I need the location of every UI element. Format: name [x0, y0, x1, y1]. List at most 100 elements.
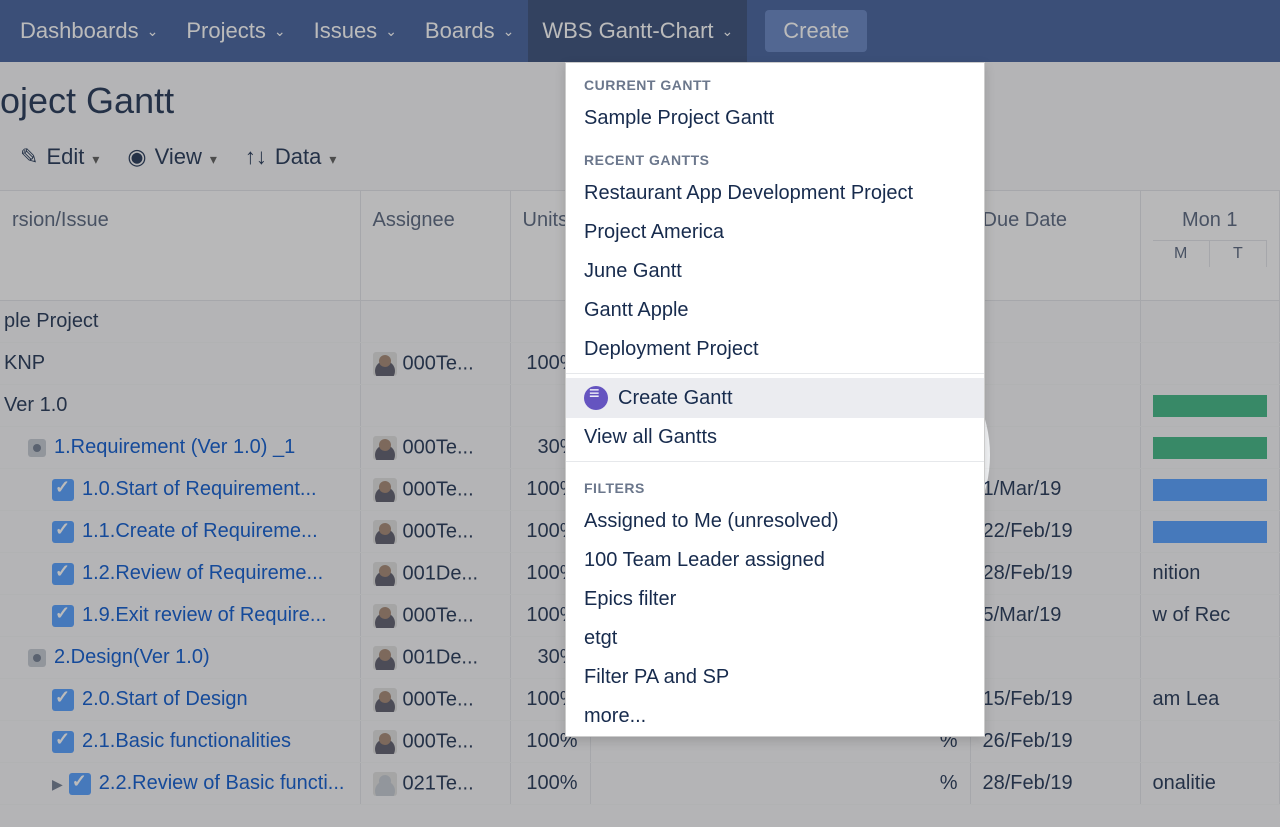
dropdown-create-gantt[interactable]: Create Gantt — [566, 378, 984, 418]
due-cell: 5/Mar/19 — [970, 595, 1140, 637]
edit-menu[interactable]: Edit — [20, 144, 99, 170]
gantt-bar[interactable] — [1153, 395, 1268, 417]
timeline-cell[interactable] — [1140, 385, 1280, 427]
due-cell: 15/Feb/19 — [970, 679, 1140, 721]
task-label[interactable]: 2.1.Basic functionalities — [52, 730, 291, 752]
avatar — [373, 562, 397, 586]
dropdown-view-all[interactable]: View all Gantts — [566, 418, 984, 457]
chevron-down-icon: ⌄ — [274, 23, 286, 40]
dropdown-filter-more[interactable]: more... — [566, 697, 984, 736]
sort-icon — [245, 144, 267, 170]
timeline-cell[interactable] — [1140, 301, 1280, 343]
col-due[interactable]: Due Date — [970, 191, 1140, 301]
gantt-bar-label: am Lea — [1153, 688, 1220, 710]
task-label[interactable]: 1.Requirement (Ver 1.0) _1 — [28, 436, 295, 458]
dropdown-section-filters: FILTERS — [566, 466, 984, 502]
checkbox-icon — [52, 731, 74, 753]
timeline-cell[interactable] — [1140, 721, 1280, 763]
assignee-cell[interactable]: 000Te... — [360, 721, 510, 763]
dropdown-recent-item[interactable]: June Gantt — [566, 252, 984, 291]
nav-wbs-gantt[interactable]: WBS Gantt-Chart⌄ — [528, 0, 747, 62]
chevron-down-icon: ⌄ — [147, 23, 159, 40]
timeline-cell[interactable] — [1140, 637, 1280, 679]
timeline-cell[interactable]: w of Rec — [1140, 595, 1280, 637]
gantt-bar-label: w of Rec — [1153, 604, 1231, 626]
gantt-bar-label: onalitie — [1153, 772, 1216, 794]
nav-issues[interactable]: Issues⌄ — [300, 0, 411, 62]
dropdown-recent-item[interactable]: Gantt Apple — [566, 291, 984, 330]
avatar — [373, 436, 397, 460]
timeline-cell[interactable]: onalitie — [1140, 763, 1280, 805]
assignee-cell[interactable]: 000Te... — [360, 595, 510, 637]
col-timeline: Mon 1 MT — [1140, 191, 1280, 301]
chevron-down-icon: ⌄ — [385, 23, 397, 40]
task-label[interactable]: KNP — [4, 352, 45, 374]
timeline-cell[interactable] — [1140, 511, 1280, 553]
dropdown-recent-item[interactable]: Deployment Project — [566, 330, 984, 369]
assignee-cell[interactable]: 000Te... — [360, 469, 510, 511]
col-task[interactable]: rsion/Issue — [0, 191, 360, 301]
dropdown-recent-item[interactable]: Restaurant App Development Project — [566, 174, 984, 213]
due-cell — [970, 637, 1140, 679]
assignee-cell[interactable]: 001De... — [360, 637, 510, 679]
timeline-cell[interactable] — [1140, 343, 1280, 385]
task-label[interactable]: 1.9.Exit review of Require... — [52, 604, 327, 626]
task-label[interactable]: ple Project — [4, 310, 99, 332]
assignee-cell[interactable]: 001De... — [360, 553, 510, 595]
dropdown-filter-item[interactable]: 100 Team Leader assigned — [566, 541, 984, 580]
epic-icon — [28, 649, 46, 667]
task-label[interactable]: 2.Design(Ver 1.0) — [28, 646, 210, 668]
due-cell: 1/Mar/19 — [970, 469, 1140, 511]
dropdown-filter-item[interactable]: Epics filter — [566, 580, 984, 619]
avatar — [373, 352, 397, 376]
checkbox-icon — [52, 605, 74, 627]
dropdown-filter-item[interactable]: Filter PA and SP — [566, 658, 984, 697]
assignee-cell[interactable]: 000Te... — [360, 427, 510, 469]
task-label[interactable]: 1.2.Review of Requireme... — [52, 562, 323, 584]
task-label[interactable]: Ver 1.0 — [4, 394, 67, 416]
task-label[interactable]: 2.0.Start of Design — [52, 688, 248, 710]
view-menu[interactable]: View — [127, 144, 217, 170]
nav-boards[interactable]: Boards⌄ — [411, 0, 528, 62]
timeline-cell[interactable]: am Lea — [1140, 679, 1280, 721]
task-label[interactable]: 1.0.Start of Requirement... — [52, 478, 317, 500]
dropdown-filter-item[interactable]: etgt — [566, 619, 984, 658]
dropdown-current-gantt[interactable]: Sample Project Gantt — [566, 99, 984, 138]
table-row[interactable]: ▶2.2.Review of Basic functi...021Te...10… — [0, 763, 1280, 805]
task-label[interactable]: 1.1.Create of Requireme... — [52, 520, 318, 542]
due-cell — [970, 427, 1140, 469]
assignee-cell[interactable]: 000Te... — [360, 511, 510, 553]
assignee-cell[interactable]: 000Te... — [360, 343, 510, 385]
assignee-cell[interactable] — [360, 385, 510, 427]
epic-icon — [28, 439, 46, 457]
top-navigation: Dashboards⌄ Projects⌄ Issues⌄ Boards⌄ WB… — [0, 0, 1280, 62]
task-label[interactable]: ▶2.2.Review of Basic functi... — [52, 772, 344, 794]
assignee-cell[interactable]: 021Te... — [360, 763, 510, 805]
due-cell: 26/Feb/19 — [970, 721, 1140, 763]
data-menu[interactable]: Data — [245, 144, 337, 170]
gantt-bar[interactable] — [1153, 521, 1268, 543]
eye-icon — [127, 144, 146, 170]
dropdown-filter-item[interactable]: Assigned to Me (unresolved) — [566, 502, 984, 541]
dropdown-recent-item[interactable]: Project America — [566, 213, 984, 252]
avatar — [373, 646, 397, 670]
avatar — [373, 520, 397, 544]
avatar — [373, 688, 397, 712]
col-assignee[interactable]: Assignee — [360, 191, 510, 301]
avatar — [373, 772, 397, 796]
gantt-bar[interactable] — [1153, 437, 1268, 459]
nav-projects[interactable]: Projects⌄ — [172, 0, 299, 62]
expand-icon[interactable]: ▶ — [52, 776, 63, 793]
timeline-cell[interactable]: nition — [1140, 553, 1280, 595]
nav-dashboards[interactable]: Dashboards⌄ — [6, 0, 172, 62]
gantt-bar[interactable] — [1153, 479, 1268, 501]
create-button[interactable]: Create — [765, 10, 867, 52]
timeline-cell[interactable] — [1140, 427, 1280, 469]
due-cell — [970, 385, 1140, 427]
dropdown-section-current: CURRENT GANTT — [566, 63, 984, 99]
timeline-cell[interactable] — [1140, 469, 1280, 511]
assignee-cell[interactable]: 000Te... — [360, 679, 510, 721]
pencil-icon — [20, 144, 38, 170]
gantt-icon — [584, 386, 608, 410]
assignee-cell[interactable] — [360, 301, 510, 343]
